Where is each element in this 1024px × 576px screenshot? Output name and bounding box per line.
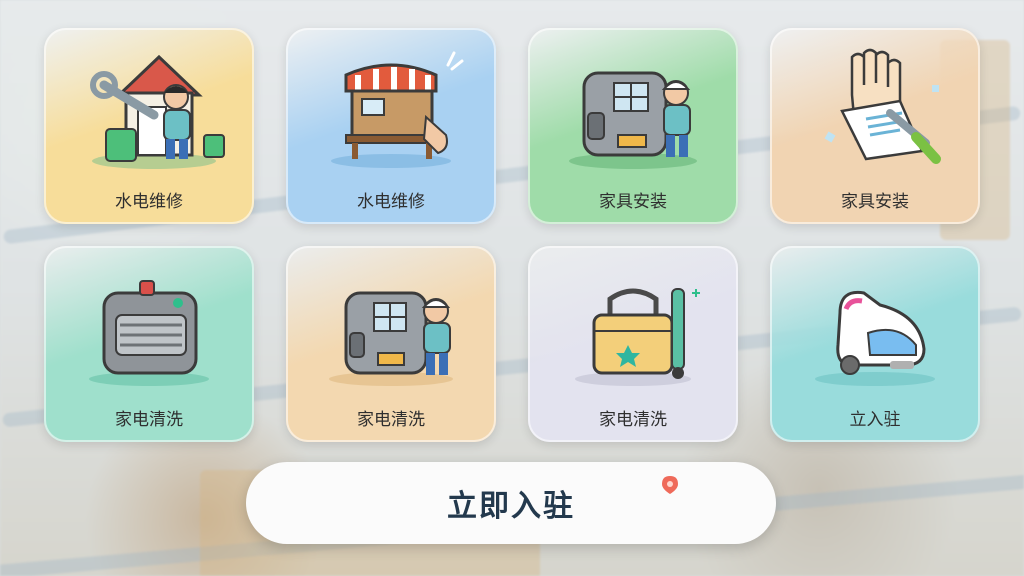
join-now-button[interactable]: 立即入驻 (246, 462, 776, 544)
service-tile-label: 家具安装 (599, 192, 667, 212)
service-grid: 水电维修 水电维修 家具安装 家具安装 家电清洗 家电清洗 家电清洗 立入驻 (44, 28, 980, 442)
service-tile-appliance-cleaning-1[interactable]: 家电清洗 (44, 246, 254, 442)
service-tile-label: 家具安装 (841, 192, 909, 212)
service-tile-furniture-installation-2[interactable]: 家具安装 (770, 28, 980, 224)
service-tile-appliance-cleaning-2[interactable]: 家电清洗 (286, 246, 496, 442)
location-pin-icon (662, 476, 678, 494)
washing-machine-icon (44, 246, 254, 400)
service-tile-join[interactable]: 立入驻 (770, 246, 980, 442)
service-tile-label: 水电维修 (357, 192, 425, 212)
van-worker-icon (286, 246, 496, 400)
service-tile-label: 水电维修 (115, 192, 183, 212)
service-tile-water-electric-repair-1[interactable]: 水电维修 (44, 28, 254, 224)
house-repair-worker-icon (44, 28, 254, 182)
service-tile-appliance-cleaning-3[interactable]: 家电清洗 (528, 246, 738, 442)
service-tile-label: 家电清洗 (357, 410, 425, 430)
cleaning-toolbox-icon (528, 246, 738, 400)
storefront-workbench-icon (286, 28, 496, 182)
robot-vacuum-icon (770, 246, 980, 400)
service-tile-water-electric-repair-2[interactable]: 水电维修 (286, 28, 496, 224)
service-tile-label: 立入驻 (849, 410, 901, 430)
service-tile-furniture-installation-1[interactable]: 家具安装 (528, 28, 738, 224)
service-tile-label: 家电清洗 (599, 410, 667, 430)
join-now-label: 立即入驻 (447, 489, 575, 524)
van-delivery-worker-icon (528, 28, 738, 182)
gloves-wrench-icon (770, 28, 980, 182)
service-tile-label: 家电清洗 (115, 410, 183, 430)
